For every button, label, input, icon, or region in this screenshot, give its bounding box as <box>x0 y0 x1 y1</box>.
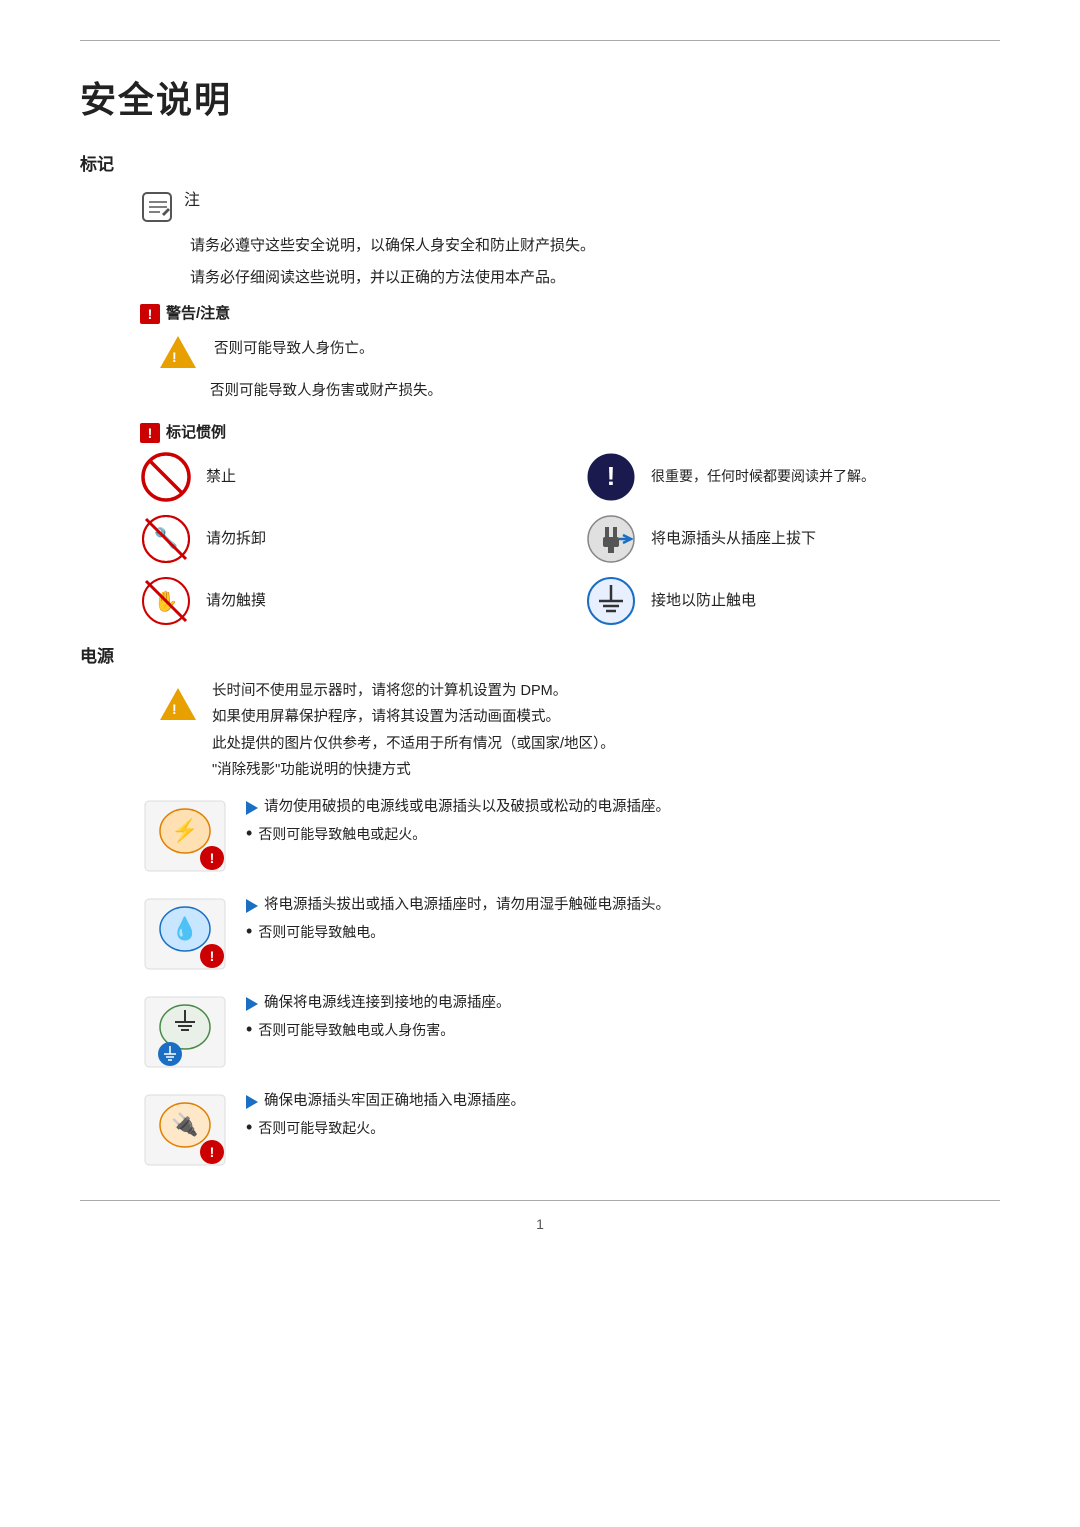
blue-arrow-icon-1 <box>246 801 258 815</box>
symbol-no-touch: ✋ 请勿触摸 <box>140 575 555 627</box>
instr-row-4: 🔌 ! 确保电源插头牢固正确地插入电源插座。 • 否则可能导致起火。 <box>140 1090 1000 1170</box>
symbol-ground-label: 接地以防止触电 <box>651 589 756 613</box>
instr-row-2: 💧 ! 将电源插头拔出或插入电源插座时，请勿用湿手触碰电源插头。 • 否则可能导… <box>140 894 1000 974</box>
instr-img-1: ⚡ ! <box>140 796 230 876</box>
instr-sub-4: 否则可能导致起火。 <box>258 1117 384 1139</box>
svg-text:🔌: 🔌 <box>171 1112 198 1137</box>
blue-arrow-icon-2 <box>246 899 258 913</box>
warning-label: ! 警告/注意 <box>140 302 1000 326</box>
instr-img-2: 💧 ! <box>140 894 230 974</box>
instr-main-4: 确保电源插头牢固正确地插入电源插座。 <box>264 1090 525 1113</box>
symbol-ban-label: 禁止 <box>206 465 236 489</box>
instr-main-1: 请勿使用破损的电源线或电源插头以及破损或松动的电源插座。 <box>264 796 670 819</box>
svg-text:!: ! <box>607 461 616 491</box>
instr-img-3 <box>140 992 230 1072</box>
svg-text:!: ! <box>210 948 215 964</box>
symbol-no-disassemble-label: 请勿拆卸 <box>206 527 266 551</box>
top-divider <box>80 40 1000 41</box>
instr-main-3: 确保将电源线连接到接地的电源插座。 <box>264 992 511 1015</box>
warning-text-1: 否则可能导致人身伤亡。 <box>214 338 374 361</box>
power-line-3: 此处提供的图片仅供参考，不适用于所有情况（或国家/地区）。 <box>212 733 615 756</box>
bullet-1: • <box>246 823 252 845</box>
instr-sub-2: 否则可能导致触电。 <box>258 921 384 943</box>
symbol-unplug: 将电源插头从插座上拔下 <box>585 513 1000 565</box>
instr-row-3: 确保将电源线连接到接地的电源插座。 • 否则可能导致触电或人身伤害。 <box>140 992 1000 1072</box>
power-line-2: 如果使用屏幕保护程序，请将其设置为活动画面模式。 <box>212 706 615 729</box>
instr-sub-1: 否则可能导致触电或起火。 <box>258 823 426 845</box>
convention-label-row: ! 标记惯例 <box>140 421 1000 445</box>
svg-text:!: ! <box>210 1144 215 1160</box>
page-number: 1 <box>80 1213 1000 1235</box>
symbol-grid: 禁止 ! 很重要，任何时候都要阅读并了解。 🔧 请勿拆卸 <box>140 451 1000 627</box>
svg-text:⚡: ⚡ <box>171 818 198 844</box>
power-warning-block: 长时间不使用显示器时，请将您的计算机设置为 DPM。 如果使用屏幕保护程序，请将… <box>160 680 1000 782</box>
convention-label: 标记惯例 <box>166 421 226 445</box>
symbol-unplug-label: 将电源插头从插座上拔下 <box>651 527 816 551</box>
note-icon <box>140 190 176 226</box>
instr-content-3: 确保将电源线连接到接地的电源插座。 • 否则可能导致触电或人身伤害。 <box>246 992 1000 1042</box>
page-title: 安全说明 <box>80 71 1000 129</box>
blue-arrow-icon-4 <box>246 1095 258 1109</box>
warning-item-1: 否则可能导致人身伤亡。 <box>140 332 1000 376</box>
bullet-3: • <box>246 1019 252 1041</box>
symbol-no-touch-label: 请勿触摸 <box>206 589 266 613</box>
section-biaoji-label: 标记 <box>80 151 114 178</box>
instr-content-2: 将电源插头拔出或插入电源插座时，请勿用湿手触碰电源插头。 • 否则可能导致触电。 <box>246 894 1000 944</box>
bullet-4: • <box>246 1117 252 1139</box>
power-triangle-icon <box>160 688 196 720</box>
note-block: 注 <box>140 188 1000 226</box>
symbol-ground: 接地以防止触电 <box>585 575 1000 627</box>
note-label: 注 <box>184 188 200 214</box>
section-power-label: 电源 <box>80 643 114 670</box>
bottom-divider <box>80 1200 1000 1201</box>
blue-arrow-icon-3 <box>246 997 258 1011</box>
instr-img-4: 🔌 ! <box>140 1090 230 1170</box>
section-power: 电源 <box>80 643 1000 670</box>
red-exclaim-icon: ! <box>140 304 160 324</box>
svg-text:💧: 💧 <box>171 916 198 941</box>
note-line-2: 请务必仔细阅读这些说明，并以正确的方法使用本产品。 <box>190 266 1000 290</box>
symbol-no-disassemble: 🔧 请勿拆卸 <box>140 513 555 565</box>
note-line-1: 请务必遵守这些安全说明，以确保人身安全和防止财产损失。 <box>190 234 1000 258</box>
symbol-ban: 禁止 <box>140 451 555 503</box>
instr-main-2: 将电源插头拔出或插入电源插座时，请勿用湿手触碰电源插头。 <box>264 894 670 917</box>
instr-content-4: 确保电源插头牢固正确地插入电源插座。 • 否则可能导致起火。 <box>246 1090 1000 1140</box>
instr-sub-3: 否则可能导致触电或人身伤害。 <box>258 1019 454 1041</box>
symbol-exclaim-label: 很重要，任何时候都要阅读并了解。 <box>651 467 875 487</box>
symbol-exclaim: ! 很重要，任何时候都要阅读并了解。 <box>585 451 1000 503</box>
warning-text-2: 否则可能导致人身伤害或财产损失。 <box>210 380 1000 403</box>
svg-text:!: ! <box>210 850 215 866</box>
power-text-list: 长时间不使用显示器时，请将您的计算机设置为 DPM。 如果使用屏幕保护程序，请将… <box>212 680 615 782</box>
instr-row-1: ⚡ ! 请勿使用破损的电源线或电源插头以及破损或松动的电源插座。 • 否则可能导… <box>140 796 1000 876</box>
triangle-warning-icon <box>160 336 196 368</box>
section-biaoji: 标记 <box>80 151 1000 178</box>
page: 安全说明 标记 注 请务必遵守这些安全说明，以确保人身安全和防止财产损失。 请务… <box>0 0 1080 1527</box>
power-line-4: "消除残影"功能说明的快捷方式 <box>212 759 615 782</box>
instr-content-1: 请勿使用破损的电源线或电源插头以及破损或松动的电源插座。 • 否则可能导致触电或… <box>246 796 1000 846</box>
red-exclaim-icon-2: ! <box>140 423 160 443</box>
power-line-1: 长时间不使用显示器时，请将您的计算机设置为 DPM。 <box>212 680 615 703</box>
bullet-2: • <box>246 921 252 943</box>
